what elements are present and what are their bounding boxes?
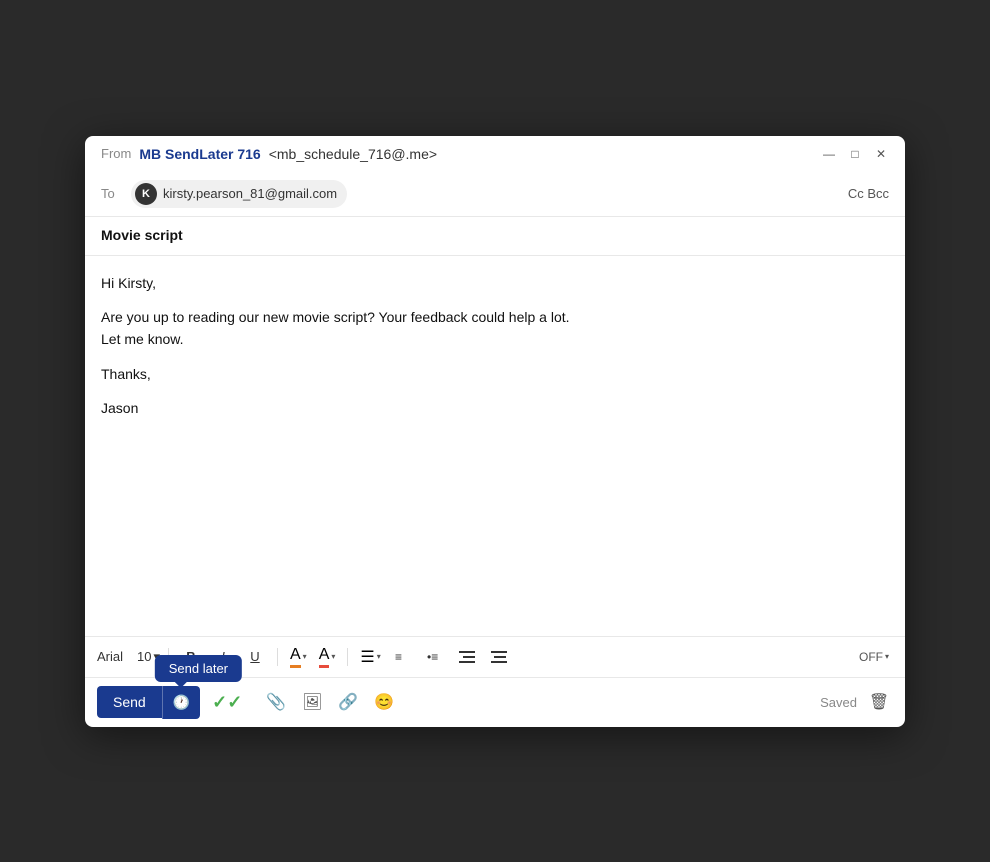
font-size-selector[interactable]: 10 ▾	[137, 649, 160, 665]
maximize-button[interactable]: □	[847, 146, 863, 162]
align-arrow-icon: ▾	[377, 652, 381, 661]
saved-status: Saved 🗑	[820, 688, 893, 716]
body-paragraph1: Are you up to reading our new movie scri…	[101, 306, 889, 351]
checkmark-button[interactable]: ✓✓	[208, 688, 246, 717]
action-bar: Send 🕐 Send later ✓✓ 📎 🖼 🔗 😊	[85, 677, 905, 727]
ordered-list-icon: ≡	[395, 649, 411, 665]
formatting-toolbar: Arial 10 ▾ B I U A ▾ A ▾ ☰ ▾ ≡	[85, 636, 905, 677]
trash-icon: 🗑	[869, 692, 889, 712]
spell-check-arrow-icon: ▾	[885, 652, 889, 661]
email-compose-window: From MB SendLater 716 <mb_schedule_716@.…	[85, 136, 905, 727]
spell-check-label: OFF	[859, 650, 883, 664]
svg-text:•≡: •≡	[427, 650, 438, 664]
link-icon: 🔗	[338, 692, 358, 712]
unordered-list-icon: •≡	[427, 649, 443, 665]
insert-image-button[interactable]: 🖼	[298, 688, 326, 716]
recipient-email: kirsty.pearson_81@gmail.com	[163, 186, 337, 201]
body-closing: Thanks,	[101, 363, 889, 385]
recipient-chip[interactable]: K kirsty.pearson_81@gmail.com	[131, 180, 347, 208]
from-row: From MB SendLater 716 <mb_schedule_716@.…	[101, 146, 889, 162]
emoji-icon: 😊	[374, 692, 394, 712]
subject-text: Movie script	[101, 227, 183, 243]
font-size-value: 10	[137, 649, 151, 664]
attachment-icons: 📎 🖼 🔗 😊	[262, 688, 398, 716]
font-color-dropdown[interactable]: A ▾	[286, 646, 311, 668]
toolbar-separator-2	[277, 648, 278, 666]
ordered-list-button[interactable]: ≡	[389, 643, 417, 671]
clock-icon: 🕐	[173, 694, 190, 711]
spell-check-dropdown[interactable]: OFF ▾	[855, 650, 893, 664]
increase-indent-icon	[491, 649, 507, 665]
to-label: To	[101, 186, 131, 201]
toolbar-separator-3	[347, 648, 348, 666]
unordered-list-button[interactable]: •≡	[421, 643, 449, 671]
insert-link-button[interactable]: 🔗	[334, 688, 362, 716]
body-signature: Jason	[101, 397, 889, 419]
attach-file-button[interactable]: 📎	[262, 688, 290, 716]
font-color-arrow-icon: ▾	[303, 652, 307, 661]
greeting: Hi Kirsty,	[101, 272, 889, 294]
send-later-button[interactable]: 🕐	[162, 686, 200, 719]
send-button-group: Send 🕐 Send later	[97, 686, 200, 719]
toolbar-separator-1	[168, 648, 169, 666]
recipient-avatar: K	[135, 183, 157, 205]
underline-button[interactable]: U	[241, 643, 269, 671]
to-row: To K kirsty.pearson_81@gmail.com Cc Bcc	[85, 172, 905, 217]
close-button[interactable]: ✕	[873, 146, 889, 162]
send-label: Send	[113, 694, 146, 710]
font-color-a-icon: A	[290, 646, 301, 668]
email-body[interactable]: Hi Kirsty, Are you up to reading our new…	[85, 256, 905, 636]
highlight-arrow-icon: ▾	[331, 652, 335, 661]
decrease-indent-button[interactable]	[453, 643, 481, 671]
send-button[interactable]: Send	[97, 686, 162, 718]
font-size-arrow: ▾	[153, 649, 160, 665]
sender-email: <mb_schedule_716@.me>	[269, 146, 437, 162]
checkmark-icon: ✓✓	[212, 692, 242, 713]
minimize-button[interactable]: —	[821, 146, 837, 162]
increase-indent-button[interactable]	[485, 643, 513, 671]
title-bar: From MB SendLater 716 <mb_schedule_716@.…	[85, 136, 905, 172]
subject-row: Movie script	[85, 217, 905, 256]
alignment-dropdown[interactable]: ☰ ▾	[356, 647, 384, 667]
highlight-color-dropdown[interactable]: A ▾	[315, 646, 340, 668]
bold-button[interactable]: B	[177, 643, 205, 671]
align-icon: ☰	[360, 647, 374, 667]
sender-name: MB SendLater 716	[139, 146, 260, 162]
insert-emoji-button[interactable]: 😊	[370, 688, 398, 716]
paperclip-icon: 📎	[266, 692, 286, 712]
italic-button[interactable]: I	[209, 643, 237, 671]
cc-bcc-button[interactable]: Cc Bcc	[848, 186, 889, 201]
send-later-tooltip-container: 🕐 Send later	[162, 686, 200, 719]
font-name-label: Arial	[97, 649, 133, 664]
from-label: From	[101, 146, 131, 161]
image-icon: 🖼	[302, 692, 322, 712]
svg-text:≡: ≡	[395, 650, 402, 664]
highlight-a-icon: A	[319, 646, 330, 668]
window-controls: — □ ✕	[821, 146, 889, 162]
delete-button[interactable]: 🗑	[865, 688, 893, 716]
decrease-indent-icon	[459, 649, 475, 665]
saved-label-text: Saved	[820, 695, 857, 710]
